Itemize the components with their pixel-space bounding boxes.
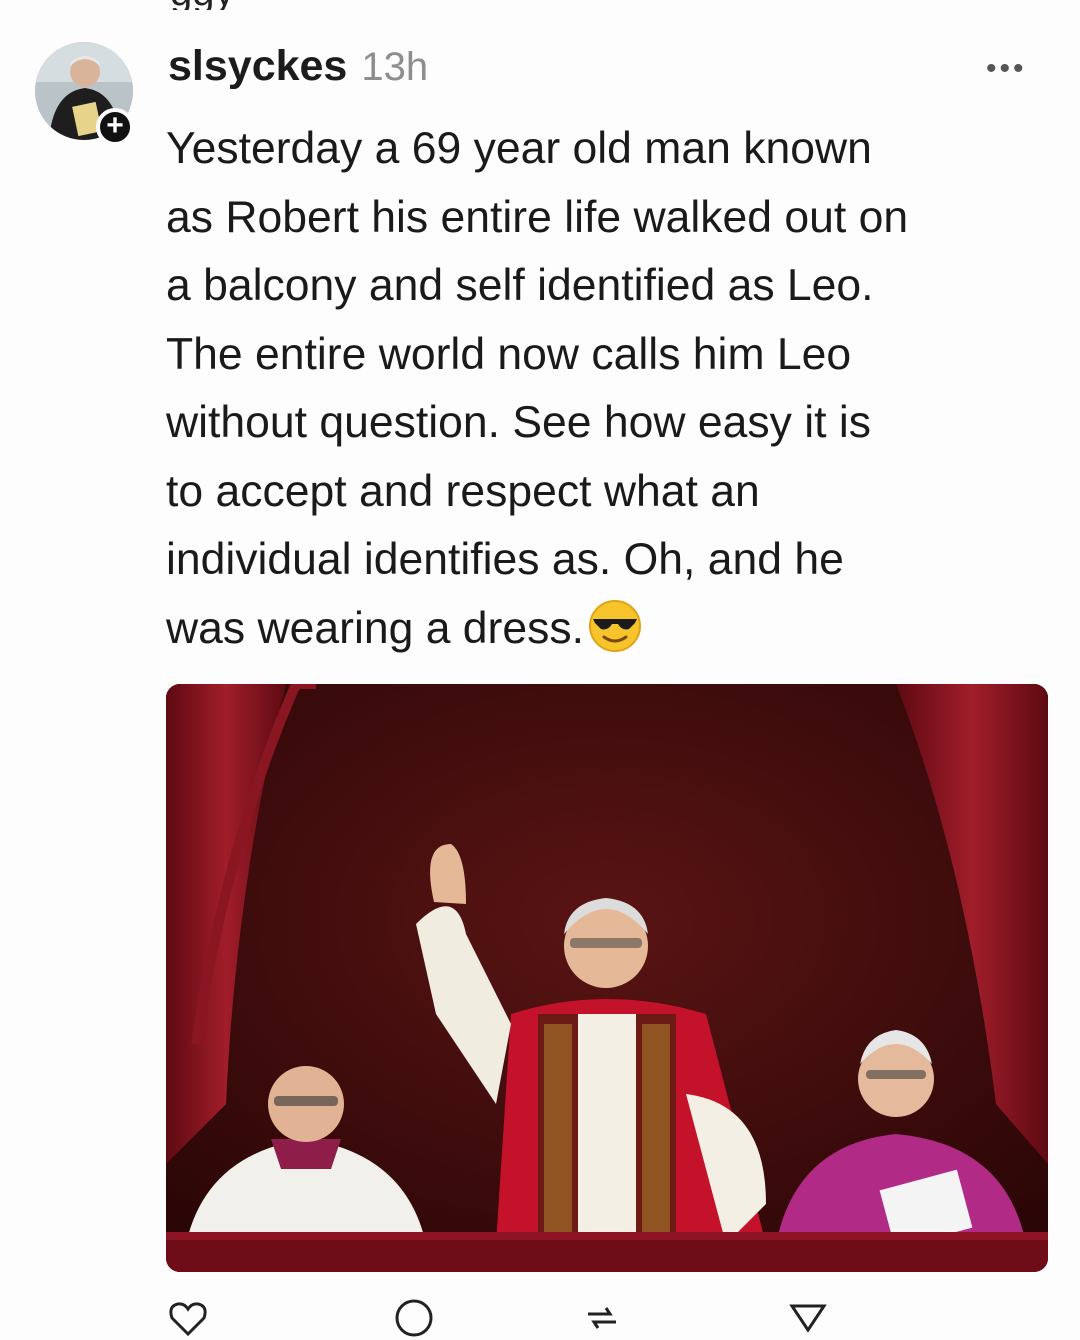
- post-header: slsyckes 13h: [168, 42, 428, 98]
- more-options-icon[interactable]: •••: [986, 52, 1027, 86]
- comment-icon[interactable]: [392, 1296, 436, 1340]
- follow-plus-icon[interactable]: +: [96, 108, 134, 146]
- sunglasses-emoji-icon: [589, 599, 641, 652]
- post-text: Yesterday a 69 year old man known as Rob…: [166, 124, 909, 653]
- post-actions: [166, 1296, 866, 1337]
- previous-post-text-cut: ggy: [0, 0, 1080, 10]
- post-image[interactable]: [166, 684, 1048, 1272]
- username[interactable]: slsyckes: [168, 42, 347, 91]
- post-time: 13h: [361, 45, 429, 89]
- heart-icon[interactable]: [166, 1296, 210, 1340]
- balcony-photo: [166, 684, 1048, 1272]
- share-icon[interactable]: [786, 1296, 830, 1340]
- post-body: Yesterday a 69 year old man known as Rob…: [166, 115, 1056, 663]
- repost-icon[interactable]: [580, 1296, 624, 1340]
